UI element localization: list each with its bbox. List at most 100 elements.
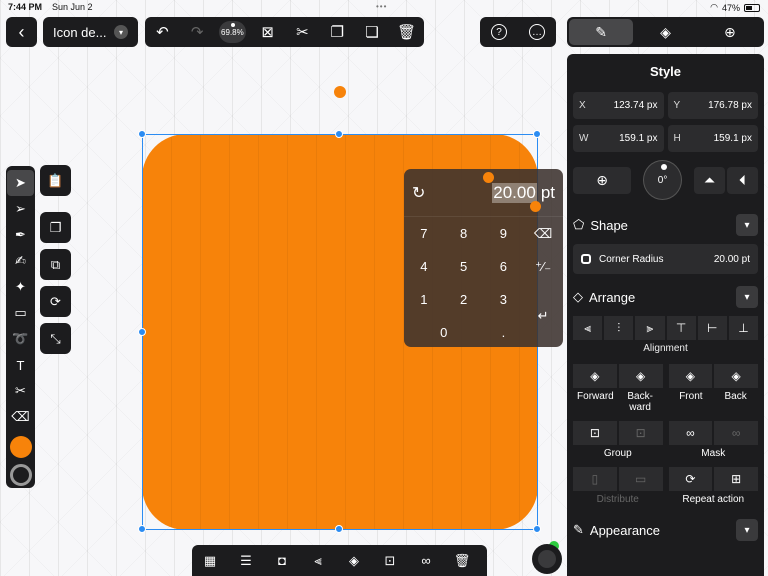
mask-bottom-button[interactable]: ∞	[408, 546, 444, 576]
transparency-button[interactable]: ▦	[192, 546, 228, 576]
paste-in-place-button[interactable]: 📋	[40, 165, 71, 196]
group-button[interactable]: ⊡	[573, 421, 617, 445]
key-7[interactable]: 7	[404, 217, 444, 250]
resize-handle-left[interactable]	[138, 328, 146, 336]
lasso-tool[interactable]: ➰	[7, 326, 34, 352]
shape-section-header[interactable]: ⬠ Shape ▾	[573, 210, 758, 240]
delete-bottom-button[interactable]: 🗑	[444, 546, 480, 576]
align-button[interactable]: ⫷	[300, 546, 336, 576]
align-center-button[interactable]: ⫶	[604, 316, 634, 340]
y-field[interactable]: Y 176.78 px	[667, 92, 758, 119]
flip-vertical-button[interactable]: ⏶	[694, 166, 725, 194]
keypad-value[interactable]: 20.00	[492, 182, 537, 203]
key-5[interactable]: 5	[444, 250, 484, 283]
key-3[interactable]: 3	[484, 283, 524, 316]
resize-handle-top-right[interactable]	[533, 130, 541, 138]
chevron-down-icon[interactable]: ▾	[736, 519, 758, 541]
arrange-section-header[interactable]: ◇ Arrange ▾	[573, 282, 758, 312]
group-bottom-button[interactable]: ⊡	[372, 546, 408, 576]
key-6[interactable]: 6	[484, 250, 524, 283]
stroke-button[interactable]: ☰	[228, 546, 264, 576]
appearance-section-header[interactable]: ✎ Appearance ▾	[573, 515, 758, 545]
document-title-button[interactable]: Icon de... ▾	[43, 17, 138, 47]
key-9[interactable]: 9	[484, 217, 524, 250]
backward-button[interactable]: ◈	[618, 364, 663, 388]
key-1[interactable]: 1	[404, 283, 444, 316]
duplicate-button[interactable]: ❐	[40, 212, 71, 243]
stroke-color-swatch[interactable]	[9, 464, 32, 486]
back-layer-button[interactable]: ◈	[714, 364, 758, 388]
redo-button[interactable]: ↷	[180, 17, 215, 47]
resize-handle-top[interactable]	[335, 130, 343, 138]
corner-radius-field[interactable]: Corner Radius 20.00 pt	[573, 244, 758, 274]
align-right-button[interactable]: ⫸	[635, 316, 665, 340]
back-button[interactable]: ‹	[6, 17, 37, 47]
x-field[interactable]: X 123.74 px	[573, 92, 664, 119]
quick-action-button[interactable]	[532, 544, 562, 574]
multitask-dots-icon[interactable]: •••	[376, 2, 387, 11]
align-middle-button[interactable]: ⊢	[697, 316, 727, 340]
reset-icon[interactable]: ↻	[412, 183, 432, 203]
undo-button[interactable]: ↶	[145, 17, 180, 47]
zoom-level[interactable]: 69.8%	[218, 21, 247, 43]
corner-radius-handle-start[interactable]	[483, 172, 494, 183]
fill-color-swatch[interactable]	[9, 436, 32, 458]
tab-add[interactable]: ⊕	[698, 19, 762, 45]
delete-button[interactable]: 🗑	[389, 17, 424, 47]
deselect-button[interactable]: ⊠	[250, 17, 285, 47]
align-top-button[interactable]: ⊤	[666, 316, 696, 340]
paste-button[interactable]: ❏	[355, 17, 390, 47]
width-field[interactable]: W 159.1 px	[573, 125, 664, 152]
backspace-key[interactable]: ⌫	[523, 217, 563, 250]
rectangle-tool[interactable]: ▭	[7, 300, 34, 326]
replicate-button[interactable]: ⧉	[40, 249, 71, 280]
chevron-down-icon[interactable]: ▾	[736, 214, 758, 236]
shape-builder-tool[interactable]: ✦	[7, 274, 34, 300]
unmask-button[interactable]: ∞	[714, 421, 758, 445]
mask-button[interactable]: ∞	[668, 421, 713, 445]
key-8[interactable]: 8	[444, 217, 484, 250]
scale-button[interactable]: ⤡	[40, 323, 71, 354]
flip-horizontal-button[interactable]: ⏴	[727, 166, 758, 194]
cut-button[interactable]: ✂	[285, 17, 320, 47]
front-button[interactable]: ◈	[668, 364, 713, 388]
sign-toggle-key[interactable]: ⁺∕₋	[523, 250, 563, 283]
repeat-action-button[interactable]: ⟳	[668, 467, 713, 491]
brush-tool[interactable]: ✍	[7, 248, 34, 274]
align-bottom-button[interactable]: ⊥	[728, 316, 759, 340]
enter-key[interactable]: ↵	[523, 283, 563, 347]
distribute-v-button[interactable]: ▭	[618, 467, 663, 491]
rotate-button[interactable]: ⟳	[40, 286, 71, 317]
forward-button[interactable]: ◈	[573, 364, 617, 388]
scissors-tool[interactable]: ✂	[7, 378, 34, 404]
corner-button[interactable]: ◘	[264, 546, 300, 576]
tab-layers[interactable]: ◈	[633, 19, 697, 45]
text-tool[interactable]: T	[7, 352, 34, 378]
ungroup-button[interactable]: ⊡	[618, 421, 663, 445]
more-button[interactable]: …	[518, 17, 556, 47]
eraser-tool[interactable]: ⌫	[7, 404, 34, 430]
corner-radius-handle-end[interactable]	[530, 201, 541, 212]
distribute-h-button[interactable]: ▯	[573, 467, 617, 491]
repeat-add-button[interactable]: ⊞	[714, 467, 758, 491]
help-button[interactable]: ?	[480, 17, 518, 47]
resize-handle-bottom[interactable]	[335, 525, 343, 533]
tab-style[interactable]: ✎	[569, 19, 634, 45]
rotation-dial[interactable]: 0°	[643, 160, 682, 200]
height-field[interactable]: H 159.1 px	[667, 125, 758, 152]
direct-select-tool[interactable]: ➢	[7, 196, 34, 222]
arrange-button[interactable]: ◈	[336, 546, 372, 576]
resize-handle-bottom-left[interactable]	[138, 525, 146, 533]
pen-tool[interactable]: ✒	[7, 222, 34, 248]
select-tool[interactable]: ➤	[7, 170, 34, 196]
key-decimal[interactable]: .	[484, 316, 524, 347]
center-button[interactable]: ⊕	[573, 166, 632, 194]
key-0[interactable]: 0	[404, 316, 484, 347]
key-4[interactable]: 4	[404, 250, 444, 283]
resize-handle-bottom-right[interactable]	[533, 525, 541, 533]
align-left-button[interactable]: ⫷	[573, 316, 603, 340]
key-2[interactable]: 2	[444, 283, 484, 316]
copy-button[interactable]: ❐	[320, 17, 355, 47]
resize-handle-top-left[interactable]	[138, 130, 146, 138]
chevron-down-icon[interactable]: ▾	[736, 286, 758, 308]
